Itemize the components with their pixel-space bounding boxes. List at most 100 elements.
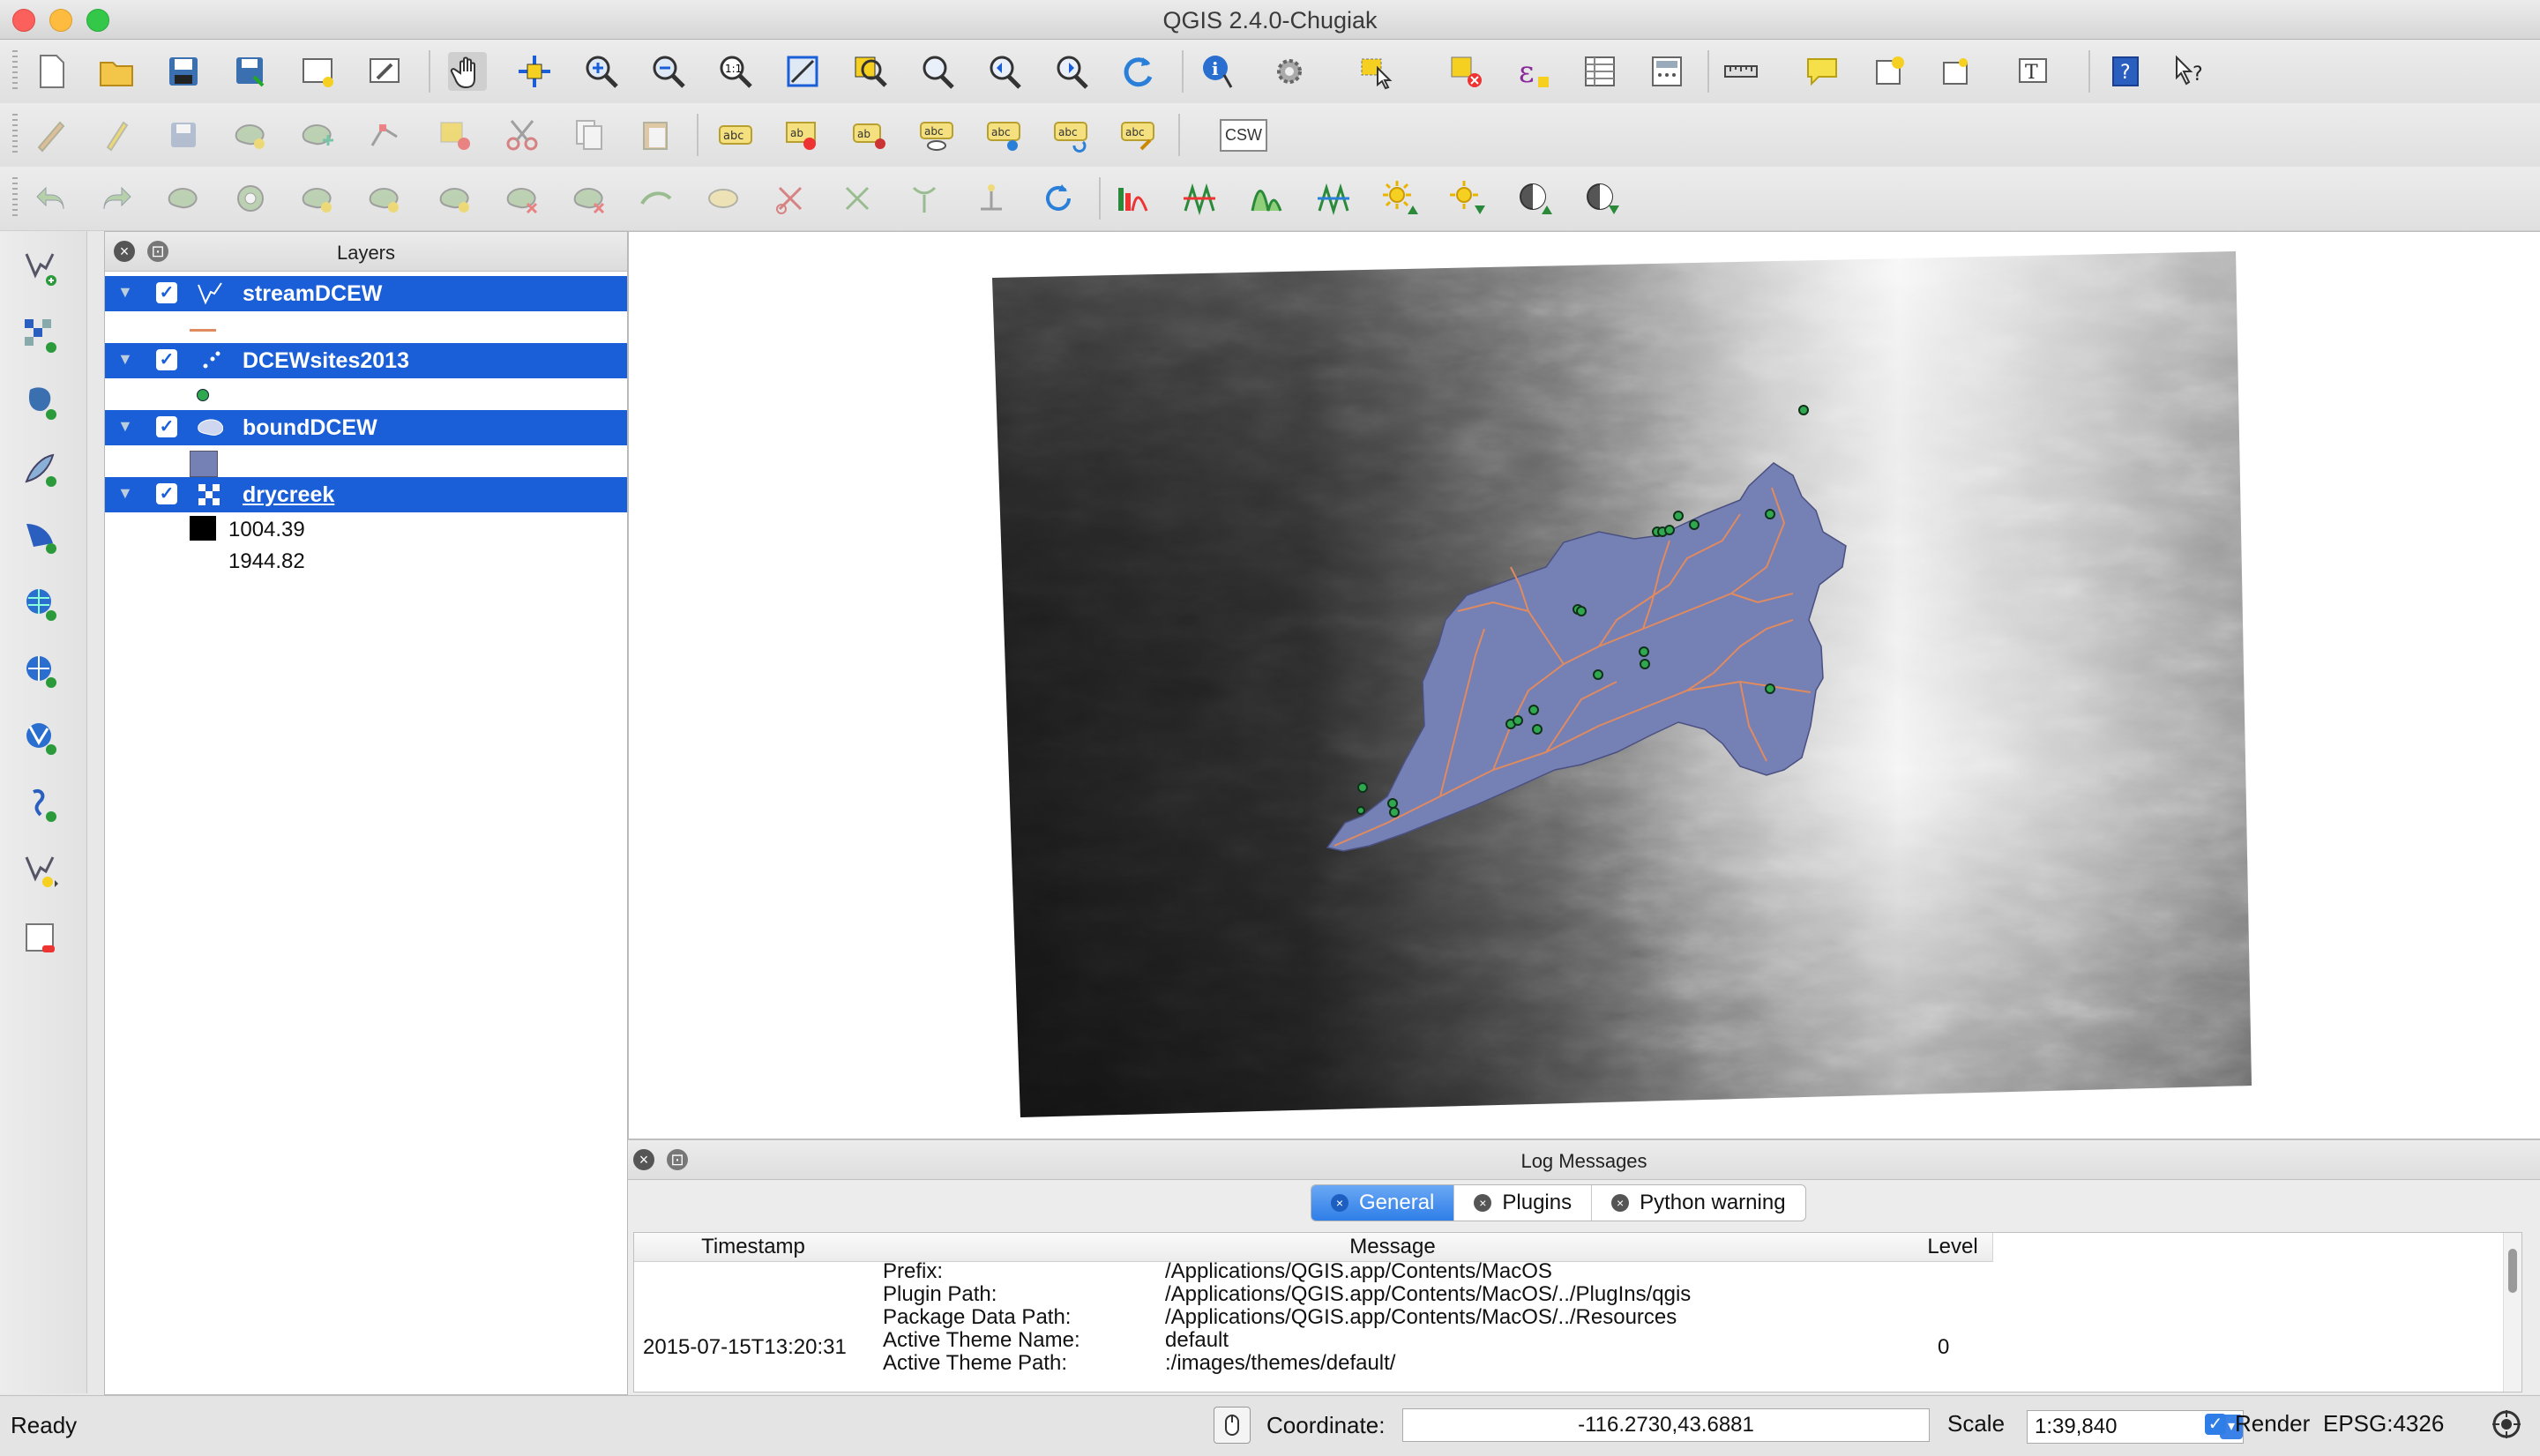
add-delimited-text-layer-icon[interactable]	[21, 785, 60, 824]
add-raster-layer-icon[interactable]	[21, 316, 60, 355]
new-shapefile-layer-icon[interactable]	[21, 852, 60, 891]
column-header-message[interactable]: Message	[872, 1233, 1914, 1262]
map-tips-icon[interactable]	[1803, 52, 1842, 91]
tab-plugins[interactable]: × Plugins	[1454, 1185, 1593, 1221]
measure-line-icon[interactable]	[1722, 52, 1760, 91]
projection-icon[interactable]	[2491, 1408, 2522, 1440]
column-header-timestamp[interactable]: Timestamp	[634, 1233, 873, 1262]
node-tool-icon[interactable]	[365, 116, 404, 154]
rotate-point-symbols-icon[interactable]	[972, 179, 1011, 218]
increase-brightness-icon[interactable]	[1381, 179, 1420, 218]
decrease-brightness-icon[interactable]	[1448, 179, 1487, 218]
layer-row-DCEWsites2013[interactable]: ▼ ✓ DCEWsites2013	[105, 343, 627, 378]
add-part-icon[interactable]	[298, 179, 337, 218]
toggle-extents-button[interactable]	[1214, 1407, 1251, 1444]
zoom-out-icon[interactable]	[649, 52, 688, 91]
csw-icon[interactable]: CSW	[1220, 116, 1267, 154]
render-checkbox[interactable]: ✓	[2205, 1414, 2226, 1435]
layer-visibility-checkbox[interactable]: ✓	[156, 416, 177, 437]
reshape-features-icon[interactable]	[570, 179, 609, 218]
expand-arrow-icon[interactable]: ▼	[117, 417, 133, 436]
show-hide-labels-icon[interactable]: abc	[917, 116, 956, 154]
merge-selected-features-icon[interactable]	[838, 179, 877, 218]
move-feature-icon[interactable]	[298, 116, 337, 154]
rotate-feature-icon[interactable]	[1039, 179, 1078, 218]
select-by-expression-icon[interactable]: ε	[1513, 52, 1552, 91]
highlight-pinned-labels-icon[interactable]: ab	[850, 116, 889, 154]
select-features-icon[interactable]	[1358, 52, 1397, 91]
copy-features-icon[interactable]	[570, 116, 609, 154]
layer-row-streamDCEW[interactable]: ▼ ✓ streamDCEW	[105, 276, 627, 311]
delete-ring-icon[interactable]	[436, 179, 474, 218]
deselect-all-icon[interactable]	[1446, 52, 1485, 91]
identify-features-icon[interactable]: i	[1199, 52, 1238, 91]
redo-icon[interactable]	[97, 179, 136, 218]
paste-features-icon[interactable]	[637, 116, 676, 154]
current-edits-icon[interactable]	[32, 116, 71, 154]
save-project-icon[interactable]	[164, 52, 203, 91]
pan-map-icon[interactable]	[448, 52, 487, 91]
pan-to-selection-icon[interactable]	[515, 52, 554, 91]
new-project-icon[interactable]	[32, 52, 71, 91]
layer-visibility-checkbox[interactable]: ✓	[156, 282, 177, 303]
remove-layer-icon[interactable]	[21, 919, 60, 958]
stretch-local-histogram-icon[interactable]	[1314, 179, 1353, 218]
layer-visibility-checkbox[interactable]: ✓	[156, 349, 177, 370]
decrease-contrast-icon[interactable]	[1582, 179, 1621, 218]
add-feature-icon[interactable]	[231, 116, 270, 154]
add-spatialite-layer-icon[interactable]	[21, 450, 60, 489]
add-mssql-layer-icon[interactable]	[21, 517, 60, 556]
fill-ring-icon[interactable]	[365, 179, 404, 218]
move-label-icon[interactable]: abc	[984, 116, 1023, 154]
add-vector-layer-icon[interactable]	[21, 249, 60, 287]
tab-python-warning[interactable]: × Python warning	[1592, 1185, 1804, 1221]
zoom-full-icon[interactable]	[783, 52, 822, 91]
whats-this-icon[interactable]: ?	[2171, 52, 2210, 91]
tab-general[interactable]: × General	[1311, 1185, 1455, 1221]
save-layer-edits-icon[interactable]	[164, 116, 203, 154]
add-wcs-layer-icon[interactable]	[21, 651, 60, 690]
stretch-histogram-icon[interactable]	[1180, 179, 1219, 218]
show-bookmarks-icon[interactable]	[1937, 52, 1976, 91]
delete-part-icon[interactable]	[503, 179, 542, 218]
refresh-icon[interactable]	[1118, 52, 1157, 91]
crs-status[interactable]: EPSG:4326	[2323, 1410, 2444, 1437]
layer-row-drycreek[interactable]: ▼ ✓ drycreek	[105, 477, 627, 512]
zoom-to-selection-icon[interactable]	[917, 52, 956, 91]
zoom-actual-size-icon[interactable]: 1:1	[716, 52, 755, 91]
log-table[interactable]: Timestamp Message Level Prefix: /Applica…	[633, 1232, 2522, 1393]
add-wfs-layer-icon[interactable]	[21, 718, 60, 757]
split-parts-icon[interactable]	[771, 179, 810, 218]
new-print-composer-icon[interactable]	[298, 52, 337, 91]
zoom-last-icon[interactable]	[984, 52, 1023, 91]
increase-contrast-icon[interactable]	[1515, 179, 1554, 218]
layer-row-boundDCEW[interactable]: ▼ ✓ boundDCEW	[105, 410, 627, 445]
add-postgis-layer-icon[interactable]	[21, 383, 60, 422]
rotate-label-icon[interactable]: abc	[1051, 116, 1090, 154]
open-attribute-table-icon[interactable]	[1580, 52, 1619, 91]
expand-arrow-icon[interactable]: ▼	[117, 484, 133, 503]
simplify-feature-icon[interactable]	[164, 179, 203, 218]
log-scrollbar[interactable]	[2503, 1233, 2521, 1392]
offset-curve-icon[interactable]	[637, 179, 676, 218]
change-label-icon[interactable]: abc	[1118, 116, 1157, 154]
map-render[interactable]	[629, 232, 2540, 1139]
new-bookmark-icon[interactable]	[1870, 52, 1909, 91]
toggle-editing-icon[interactable]	[97, 116, 136, 154]
expand-arrow-icon[interactable]: ▼	[117, 350, 133, 369]
undo-icon[interactable]	[32, 179, 71, 218]
merge-attributes-icon[interactable]	[905, 179, 944, 218]
local-histogram-icon[interactable]	[1247, 179, 1286, 218]
add-wms-layer-icon[interactable]	[21, 584, 60, 623]
text-annotation-icon[interactable]: T	[2014, 52, 2053, 91]
delete-selected-icon[interactable]	[436, 116, 474, 154]
zoom-to-layer-icon[interactable]	[850, 52, 889, 91]
expand-arrow-icon[interactable]: ▼	[117, 283, 133, 302]
scrollbar-thumb[interactable]	[2508, 1249, 2517, 1293]
composer-manager-icon[interactable]	[365, 52, 404, 91]
close-tab-icon[interactable]: ×	[1331, 1194, 1348, 1212]
save-as-icon[interactable]	[231, 52, 270, 91]
close-tab-icon[interactable]: ×	[1611, 1194, 1630, 1212]
coordinate-field[interactable]: -116.2730,43.6881	[1402, 1408, 1930, 1442]
layer-visibility-checkbox[interactable]: ✓	[156, 483, 177, 504]
